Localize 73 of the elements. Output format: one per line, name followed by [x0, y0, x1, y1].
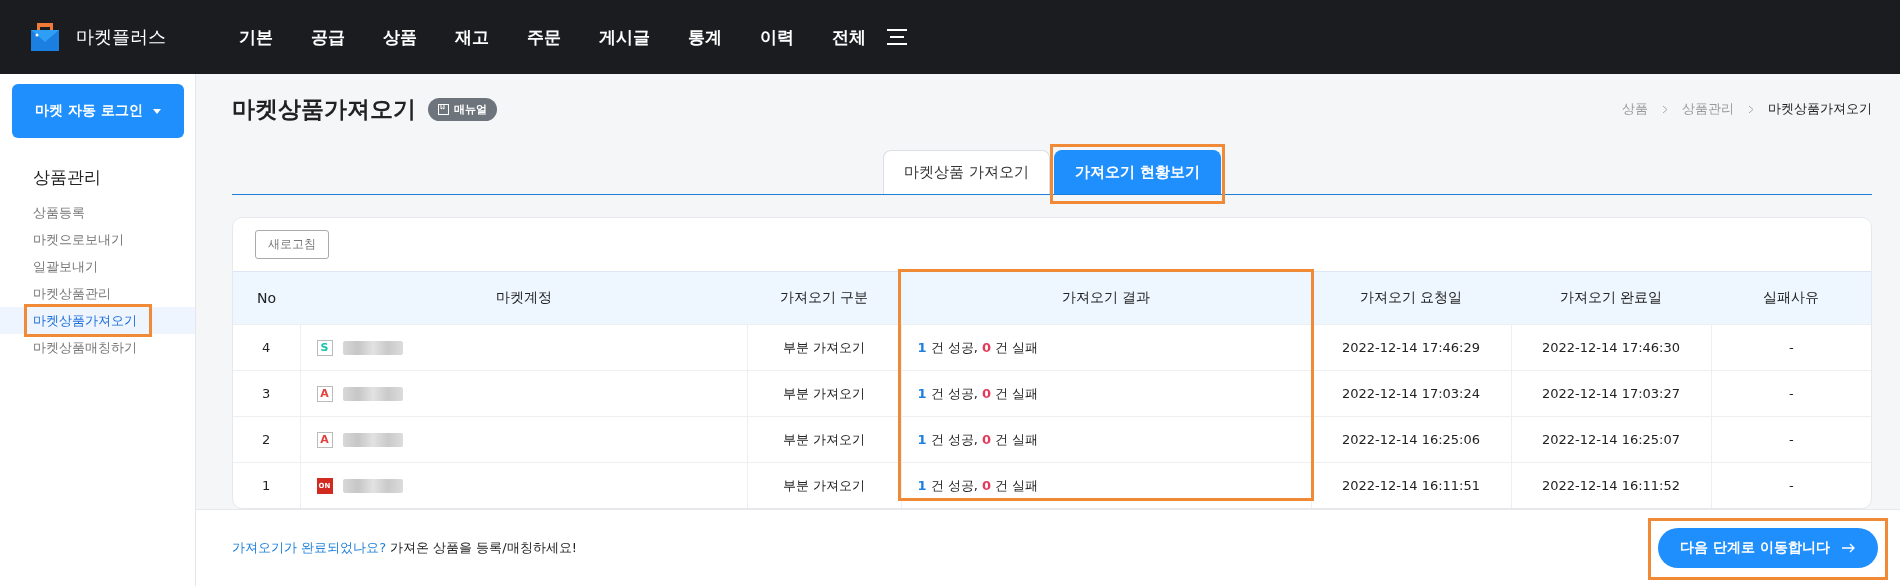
result-text: 1 건 성공, 0 건 실패 [917, 385, 1039, 401]
table-cell: 2022-12-14 17:46:30 [1541, 340, 1681, 355]
auto-login-button[interactable]: 마켓 자동 로그인 [12, 84, 184, 138]
page-title: 마켓상품가져오기 [232, 94, 416, 124]
table-cell: 2022-12-14 16:25:06 [1341, 432, 1481, 447]
result-text: 1 건 성공, 0 건 실패 [917, 431, 1039, 447]
arrow-icon [1842, 543, 1856, 553]
table-cell: 부분 가져오기 [782, 339, 866, 355]
market-logo-icon: S [316, 339, 333, 356]
table-cell: 3 [262, 386, 271, 401]
next-step-button[interactable]: 다음 단계로 이동합니다 [1658, 528, 1878, 568]
sidebar-item[interactable]: 일괄보내기 [0, 253, 195, 280]
sidebar-item[interactable]: 마켓상품관리 [0, 280, 195, 307]
redacted-text [342, 340, 403, 355]
column-header: No [256, 290, 276, 306]
column-header: 가져오기 구분 [779, 289, 869, 305]
section-title: 상품관리 [33, 166, 102, 189]
breadcrumb-item[interactable]: 상품관리 [1682, 100, 1734, 118]
table-cell: 2022-12-14 16:11:51 [1341, 478, 1481, 493]
table-cell: 2022-12-14 16:25:07 [1541, 432, 1681, 447]
sidebar-item[interactable]: 마켓상품가져오기 [0, 307, 195, 334]
market-logo-icon: A [316, 431, 333, 448]
table-cell: 부분 가져오기 [782, 477, 866, 493]
redacted-text [342, 432, 403, 447]
nav-item[interactable]: 전체 [813, 25, 885, 49]
table-cell: 4 [262, 340, 271, 355]
footer-message: 가져온 상품을 등록/매칭하세요! [390, 539, 577, 557]
column-header: 실패사유 [1763, 289, 1819, 305]
logo-icon [30, 22, 60, 52]
table-cell: 2 [262, 432, 271, 447]
result-text: 1 건 성공, 0 건 실패 [917, 477, 1039, 493]
sidebar-item[interactable]: 상품등록 [0, 199, 195, 226]
menu-icon[interactable] [887, 29, 907, 45]
redacted-text [342, 386, 403, 401]
column-header: 가져오기 결과 [1061, 289, 1151, 305]
table-cell: 부분 가져오기 [782, 385, 866, 401]
nav-item[interactable]: 상품 [364, 25, 436, 49]
sidebar-item[interactable]: 마켓으로보내기 [0, 226, 195, 253]
market-logo-icon: A [316, 385, 333, 402]
nav-item[interactable]: 공급 [292, 25, 364, 49]
redacted-text [342, 478, 403, 493]
refresh-button[interactable]: 새로고침 [255, 230, 329, 259]
nav-item[interactable]: 기본 [220, 25, 292, 49]
column-header: 가져오기 요청일 [1359, 289, 1463, 305]
table-cell: 부분 가져오기 [782, 431, 866, 447]
result-text: 1 건 성공, 0 건 실패 [917, 339, 1039, 355]
nav-item[interactable]: 주문 [508, 25, 580, 49]
nav-item[interactable]: 재고 [436, 25, 508, 49]
table-cell: - [1788, 432, 1794, 447]
chevron-icon [1662, 104, 1668, 114]
breadcrumb-item: 마켓상품가져오기 [1768, 100, 1872, 118]
table-cell: 1 [262, 478, 271, 493]
nav-item[interactable]: 통계 [669, 25, 741, 49]
breadcrumb-item[interactable]: 상품 [1622, 100, 1648, 118]
table-cell: 2022-12-14 17:46:29 [1341, 340, 1481, 355]
tab[interactable]: 가져오기 현황보기 [1053, 150, 1221, 194]
column-header: 가져오기 완료일 [1559, 289, 1663, 305]
table-cell: 2022-12-14 16:11:52 [1541, 478, 1681, 493]
sidebar-item[interactable]: 마켓상품매칭하기 [0, 334, 195, 361]
nav-item[interactable]: 게시글 [580, 25, 669, 49]
table-cell: 2022-12-14 17:03:27 [1541, 386, 1681, 401]
column-header: 마켓계정 [495, 289, 552, 305]
table-cell: - [1788, 386, 1794, 401]
caret-icon [152, 108, 161, 114]
brand-name: 마켓플러스 [76, 25, 166, 49]
table-cell: 2022-12-14 17:03:24 [1341, 386, 1481, 401]
table-cell: - [1788, 478, 1794, 493]
manual-badge[interactable]: 매뉴얼 [428, 97, 497, 121]
chevron-icon [1748, 104, 1754, 114]
nav-item[interactable]: 이력 [741, 25, 813, 49]
table-cell: - [1788, 340, 1794, 355]
tab[interactable]: 마켓상품 가져오기 [883, 150, 1050, 194]
completion-link[interactable]: 가져오기가 완료되었나요? [232, 539, 387, 557]
